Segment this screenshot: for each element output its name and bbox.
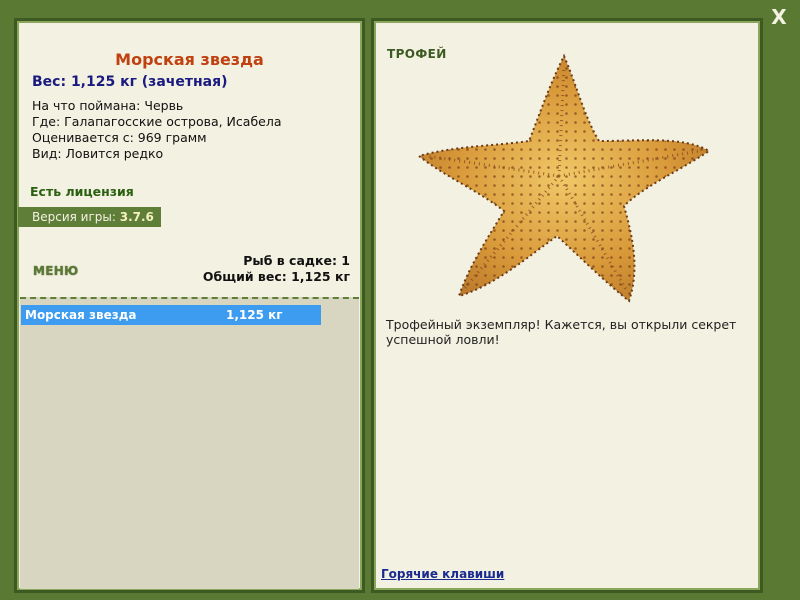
total-weight: Общий вес: 1,125 кг [202,269,350,284]
hotkeys-link[interactable]: Горячие клавиши [381,567,504,581]
fish-weight: Вес: 1,125 кг (зачетная) [32,74,228,90]
rarity-info: Вид: Ловится редко [32,146,164,161]
value-info: Оценивается с: 969 грамм [32,130,207,145]
fish-info-panel: Морская звезда Вес: 1,125 кг (зачетная) … [14,18,365,593]
bait-info: На что поймана: Червь [32,98,184,113]
fish-count: Рыб в садке: 1 [243,253,350,268]
close-button[interactable]: X [768,6,790,28]
location-info: Где: Галапагосские острова, Исабела [32,114,282,129]
list-item[interactable]: Морская звезда 1,125 кг [21,305,321,325]
list-item-name: Морская звезда [25,308,137,322]
version-label: Версия игры: [32,210,116,224]
fish-title: Морская звезда [115,50,264,69]
version-value: 3.7.6 [119,210,154,224]
starfish-image [409,46,719,306]
keepnet-stats: Рыб в садке: 1 Общий вес: 1,125 кг [203,253,350,285]
list-item-weight: 1,125 кг [226,308,283,322]
catch-list[interactable]: Морская звезда 1,125 кг [20,297,359,589]
trophy-description: Трофейный экземпляр! Кажется, вы открыли… [386,317,737,347]
version-bar: Версия игры: 3.7.6 [18,207,161,227]
license-status: Есть лицензия [30,184,134,199]
trophy-panel: ТРОФЕЙ Трофейный экземпляр! Кажется, вы … [371,18,763,593]
menu-button[interactable]: МЕНЮ [33,264,78,278]
